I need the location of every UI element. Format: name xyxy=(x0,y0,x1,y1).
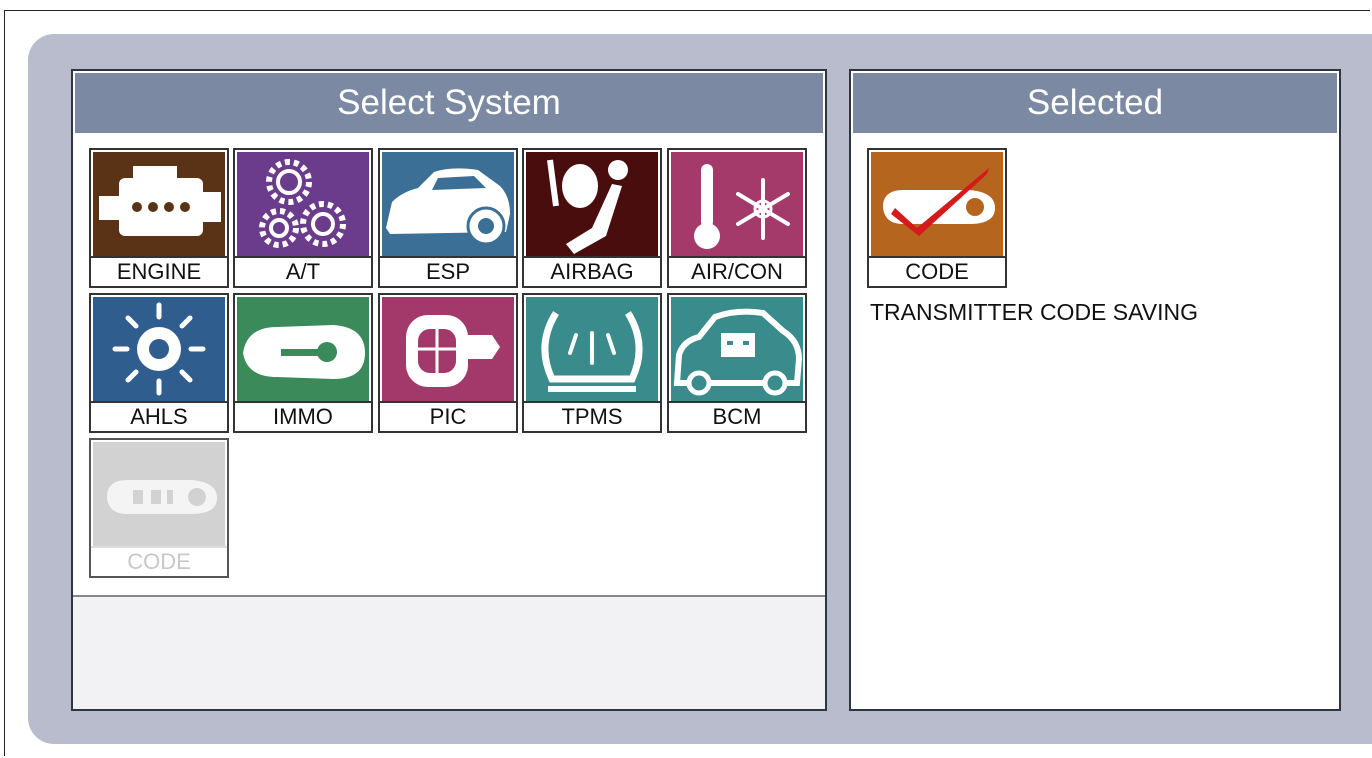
remote-key-check-icon xyxy=(871,152,1003,258)
key-icon xyxy=(237,297,369,403)
tile-label: AIRBAG xyxy=(524,256,660,286)
tile-label: ESP xyxy=(380,256,516,286)
car-brake-icon xyxy=(382,152,514,258)
tire-pressure-icon xyxy=(526,297,658,403)
airbag-icon xyxy=(526,152,658,258)
tile-pic[interactable]: PIC xyxy=(378,293,518,433)
tile-tpms[interactable]: TPMS xyxy=(522,293,662,433)
car-battery-icon xyxy=(671,297,803,403)
tile-label: ENGINE xyxy=(91,256,227,286)
tile-label: IMMO xyxy=(235,401,371,431)
tile-airbag[interactable]: AIRBAG xyxy=(522,148,662,288)
tile-label: TPMS xyxy=(524,401,660,431)
tile-engine[interactable]: ENGINE xyxy=(89,148,229,288)
select-system-title: Select System xyxy=(75,73,823,133)
headlight-sun-icon xyxy=(93,297,225,403)
tile-label: CODE xyxy=(869,256,1005,286)
tile-label: PIC xyxy=(380,401,516,431)
tile-label: A/T xyxy=(235,256,371,286)
tile-at[interactable]: A/T xyxy=(233,148,373,288)
selected-title: Selected xyxy=(853,73,1337,133)
tile-label: AIR/CON xyxy=(669,256,805,286)
tile-esp[interactable]: ESP xyxy=(378,148,518,288)
tile-label: CODE xyxy=(91,546,227,576)
tile-ahls[interactable]: AHLS xyxy=(89,293,229,433)
select-system-footer xyxy=(73,595,825,709)
smart-key-icon xyxy=(382,297,514,403)
tile-aircon[interactable]: AIR/CON xyxy=(667,148,807,288)
gears-icon xyxy=(237,152,369,258)
remote-key-icon xyxy=(93,442,225,548)
tile-label: AHLS xyxy=(91,401,227,431)
tile-immo[interactable]: IMMO xyxy=(233,293,373,433)
thermometer-snowflake-icon xyxy=(671,152,803,258)
selected-tile-code[interactable]: CODE xyxy=(867,148,1007,288)
selected-description: TRANSMITTER CODE SAVING xyxy=(870,299,1198,325)
tile-label: BCM xyxy=(669,401,805,431)
engine-icon xyxy=(93,152,225,258)
tile-bcm[interactable]: BCM xyxy=(667,293,807,433)
tile-code-disabled: CODE xyxy=(89,438,229,578)
